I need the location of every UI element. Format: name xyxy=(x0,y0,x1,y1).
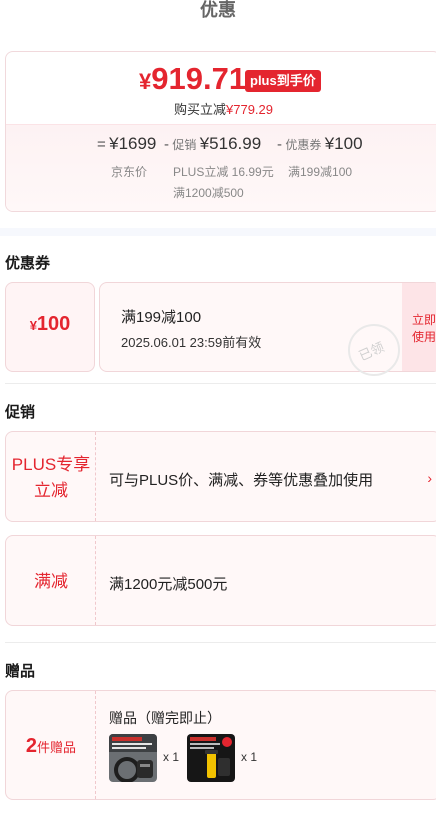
gift-section-heading: 赠品 xyxy=(5,663,36,680)
promo-section-heading: 促销 xyxy=(5,404,36,421)
coupon-card[interactable]: ¥100 满199减100 2025.06.01 23:59前有效 已领 立即使… xyxy=(5,282,436,376)
use-coupon-button[interactable]: 立即使用 xyxy=(402,283,436,371)
total-discount: 购买立减¥779.29 xyxy=(174,99,273,118)
breakdown-coupon: - 优惠券 ¥100 xyxy=(277,134,363,154)
gift-pump-image xyxy=(187,734,235,782)
price-summary: ¥919.71 plus到手价 购买立减¥779.29 xyxy=(6,52,436,124)
promo-plus-card[interactable]: PLUS专享 立减 可与PLUS价、满减、券等优惠叠加使用 › xyxy=(5,431,436,522)
final-price: ¥919.71 xyxy=(139,62,246,102)
promo-description: 满1200元减500元 xyxy=(109,576,228,593)
section-divider xyxy=(0,228,436,236)
coupon-section-heading: 优惠券 xyxy=(5,255,51,272)
breakdown-promotion: - 促销 ¥516.99 xyxy=(164,134,261,154)
page: 优惠 ¥919.71 plus到手价 购买立减¥779.29 = ¥1699 京… xyxy=(0,0,436,820)
coupon-condition: 满199减100 xyxy=(121,309,202,326)
promo-tag-line: PLUS专享 xyxy=(11,455,91,474)
coupon-validity: 2025.06.01 23:59前有效 xyxy=(121,335,262,350)
gift-card: 2件赠品 赠品（赠完即止） x 1 x 1 xyxy=(5,690,436,800)
breakdown-sub: 满1200减500 xyxy=(173,186,244,200)
gift-quantity: x 1 xyxy=(163,750,180,764)
coupon-amount-value: 100 xyxy=(36,313,71,335)
breakdown-sub: 满199减100 xyxy=(288,165,353,179)
breakdown-sub: 京东价 xyxy=(111,165,148,179)
claimed-stamp-label: 已领 xyxy=(356,339,387,364)
promo-description: 可与PLUS价、满减、券等优惠叠加使用 xyxy=(109,472,374,489)
breakdown-tag: 促销 xyxy=(172,138,197,152)
coupon-info: 满199减100 2025.06.01 23:59前有效 已领 立即使用 xyxy=(99,282,436,376)
promo-tag-line: 满减 xyxy=(34,572,68,591)
divider xyxy=(5,642,436,643)
final-price-value: 919.71 xyxy=(151,61,247,96)
gift-lock-image xyxy=(109,734,157,782)
coupon-amount: ¥100 xyxy=(6,313,94,336)
breakdown-sub: PLUS立减 16.99元 xyxy=(173,165,274,179)
breakdown-operator: - xyxy=(164,136,169,153)
gift-count-box: 2件赠品 xyxy=(6,691,96,799)
breakdown-operator: = xyxy=(97,136,106,153)
chevron-right-icon[interactable]: › xyxy=(427,470,432,486)
gift-count-unit: 件赠品 xyxy=(37,740,77,755)
coupon-value-box: ¥100 xyxy=(5,282,95,372)
breakdown-jd-price: = ¥1699 xyxy=(97,134,156,154)
price-card: ¥919.71 plus到手价 购买立减¥779.29 = ¥1699 京东价 … xyxy=(5,51,436,212)
promo-full-reduction-card: 满减 满1200元减500元 xyxy=(5,535,436,626)
promo-tag-box: PLUS专享 立减 xyxy=(6,432,96,521)
breakdown-tag: 优惠券 xyxy=(285,138,322,152)
promo-tag-line: 立减 xyxy=(34,481,68,500)
gift-title: 赠品（赠完即止） xyxy=(109,710,221,726)
total-discount-amount: ¥779.29 xyxy=(226,102,274,117)
total-discount-label: 购买立减 xyxy=(174,102,227,117)
gift-count-number: 2 xyxy=(25,735,38,757)
breakdown-amount: ¥100 xyxy=(324,134,363,153)
breakdown-operator: - xyxy=(277,136,282,153)
gift-image[interactable] xyxy=(109,734,157,782)
breakdown-amount: ¥516.99 xyxy=(199,134,262,153)
use-coupon-label: 立即使用 xyxy=(412,313,436,344)
promo-tag-box: 满减 xyxy=(6,536,96,625)
page-title: 优惠 xyxy=(200,0,236,20)
claimed-stamp: 已领 xyxy=(348,324,400,376)
gift-image[interactable] xyxy=(187,734,235,782)
coupon-currency: ¥ xyxy=(29,318,37,333)
gift-count: 2件赠品 xyxy=(6,735,96,758)
plus-price-badge: plus到手价 xyxy=(245,70,321,92)
divider xyxy=(5,383,436,384)
currency-symbol: ¥ xyxy=(139,69,152,94)
gift-quantity: x 1 xyxy=(241,750,258,764)
breakdown-amount: ¥1699 xyxy=(109,134,157,153)
price-breakdown: = ¥1699 京东价 - 促销 ¥516.99 PLUS立减 16.99元 满… xyxy=(6,124,436,211)
